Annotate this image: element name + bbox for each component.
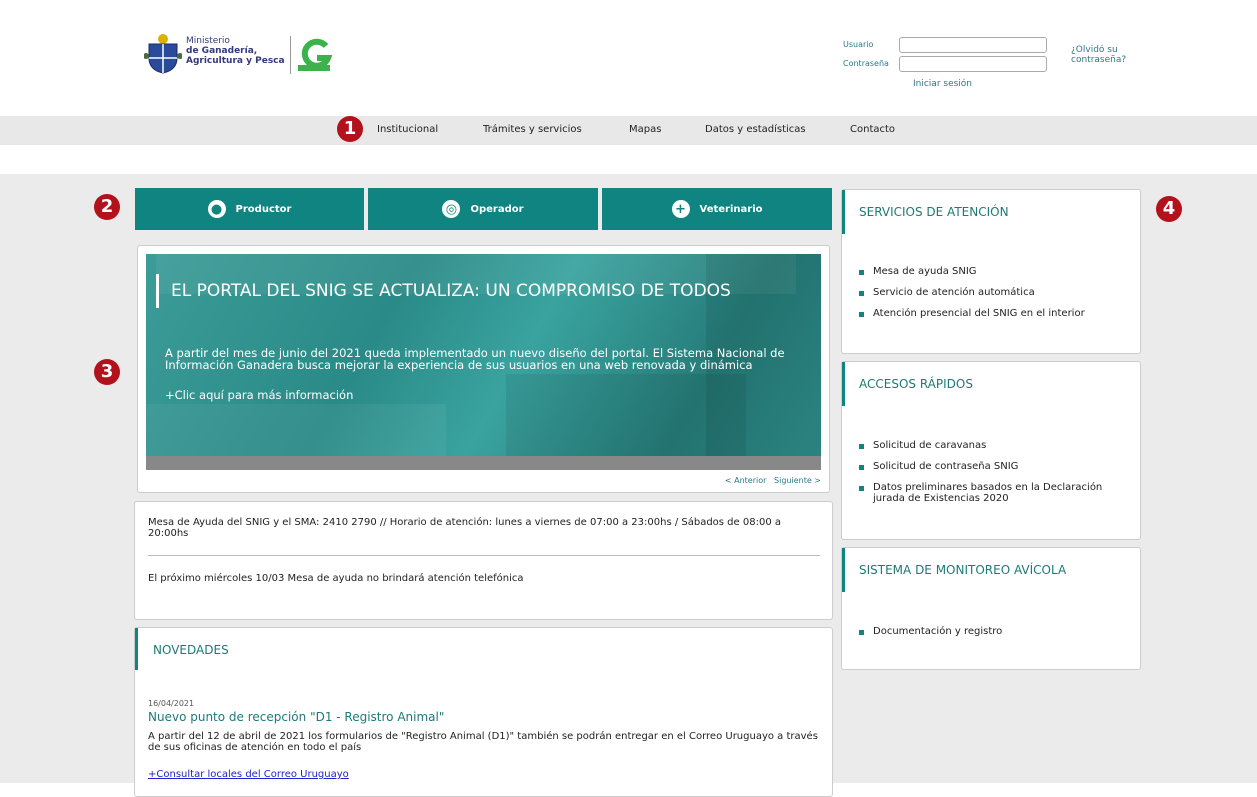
news-headline[interactable]: Nuevo punto de recepción "D1 - Registro … [148,710,444,724]
operador-button[interactable]: ◎ Operador [368,188,598,230]
slide-progress-bar [146,456,821,470]
veterinario-button[interactable]: + Veterinario [602,188,832,230]
badge-3: 3 [94,359,120,385]
password-label: Contraseña [843,59,889,68]
bullet-icon [859,312,864,317]
panel-accent [842,190,845,234]
badge-1: 1 [337,116,363,142]
medical-cross-icon: + [671,200,690,218]
news-date: 16/04/2021 [148,699,195,708]
avicola-panel: SISTEMA DE MONITOREO AVÍCOLA Documentaci… [841,547,1141,670]
ministry-name: Ministerio de Ganadería, Agricultura y P… [186,36,285,66]
list-item[interactable]: Solicitud de caravanas [859,440,1129,451]
operador-label: Operador [470,203,524,215]
nav-institucional[interactable]: Institucional [377,124,438,135]
bullet-icon [859,465,864,470]
list-item[interactable]: Solicitud de contraseña SNIG [859,461,1129,472]
nav-mapas[interactable]: Mapas [629,124,661,135]
panel-accent [135,628,138,670]
accesos-title: ACCESOS RÁPIDOS [859,377,973,391]
accesos-panel: ACCESOS RÁPIDOS Solicitud de caravanas S… [841,361,1141,540]
logo-separator [290,36,291,74]
list-item[interactable]: Atención presencial del SNIG en el inter… [859,308,1085,319]
list-item[interactable]: Mesa de ayuda SNIG [859,266,1085,277]
login-button[interactable]: Iniciar sesión [913,79,972,89]
veterinario-label: Veterinario [699,203,763,215]
badge-4: 4 [1156,196,1182,222]
slide-title: EL PORTAL DEL SNIG SE ACTUALIZA: UN COMP… [156,274,731,308]
forgot-password-link[interactable]: ¿Olvidó su contraseña? [1071,45,1126,65]
notice-divider [148,555,820,556]
bullet-icon [859,630,864,635]
nav-contacto[interactable]: Contacto [850,124,895,135]
wireless-icon: ◎ [442,200,461,218]
nav-tramites[interactable]: Trámites y servicios [483,124,582,135]
slide-image[interactable]: EL PORTAL DEL SNIG SE ACTUALIZA: UN COMP… [146,254,821,456]
avicola-title: SISTEMA DE MONITOREO AVÍCOLA [859,563,1067,577]
news-link[interactable]: +Consultar locales del Correo Uruguayo [148,769,349,780]
servicios-title: SERVICIOS DE ATENCIÓN [859,205,1009,219]
news-slider: EL PORTAL DEL SNIG SE ACTUALIZA: UN COMP… [137,245,830,493]
news-body: A partir del 12 de abril de 2021 los for… [148,731,818,753]
snig-logo-icon [298,38,333,71]
badge-2: 2 [94,194,120,220]
bullet-icon [859,444,864,449]
list-item[interactable]: Servicio de atención automática [859,287,1085,298]
news-panel: NOVEDADES 16/04/2021 Nuevo punto de rece… [134,627,833,797]
slide-shade [146,404,446,456]
help-notice: Mesa de Ayuda del SNIG y el SMA: 2410 27… [134,501,833,620]
user-input[interactable] [899,37,1047,53]
password-input[interactable] [899,56,1047,72]
avicola-list: Documentación y registro [859,626,1002,647]
slide-shade [506,374,746,456]
slide-prev-link[interactable]: < Anterior [725,476,767,485]
cow-icon: ● [207,200,226,218]
ministry-logo[interactable]: Ministerio de Ganadería, Agricultura y P… [144,32,340,78]
servicios-panel: SERVICIOS DE ATENCIÓN Mesa de ayuda SNIG… [841,189,1141,354]
panel-accent [842,362,845,406]
coat-of-arms-icon [144,34,182,74]
slide-next-link[interactable]: Siguiente > [774,476,821,485]
slide-text: A partir del mes de junio del 2021 queda… [165,346,785,372]
help-closure-text: El próximo miércoles 10/03 Mesa de ayuda… [148,573,524,584]
list-item[interactable]: Documentación y registro [859,626,1002,637]
nav-datos[interactable]: Datos y estadísticas [705,124,806,135]
servicios-list: Mesa de ayuda SNIG Servicio de atención … [859,266,1085,329]
news-title: NOVEDADES [153,643,229,657]
help-hours-text: Mesa de Ayuda del SNIG y el SMA: 2410 27… [148,517,781,539]
slide-nav: < Anterior Siguiente > [725,476,821,485]
bullet-icon [859,291,864,296]
main-nav: Institucional Trámites y servicios Mapas… [0,116,1257,145]
productor-button[interactable]: ● Productor [135,188,364,230]
accesos-list: Solicitud de caravanas Solicitud de cont… [859,440,1129,514]
list-item[interactable]: Datos preliminares basados en la Declara… [859,482,1129,504]
panel-accent [842,548,845,592]
bullet-icon [859,486,864,491]
user-label: Usuario [843,40,874,49]
productor-label: Productor [235,203,292,215]
bullet-icon [859,270,864,275]
slide-more-link[interactable]: +Clic aquí para más información [165,388,353,402]
